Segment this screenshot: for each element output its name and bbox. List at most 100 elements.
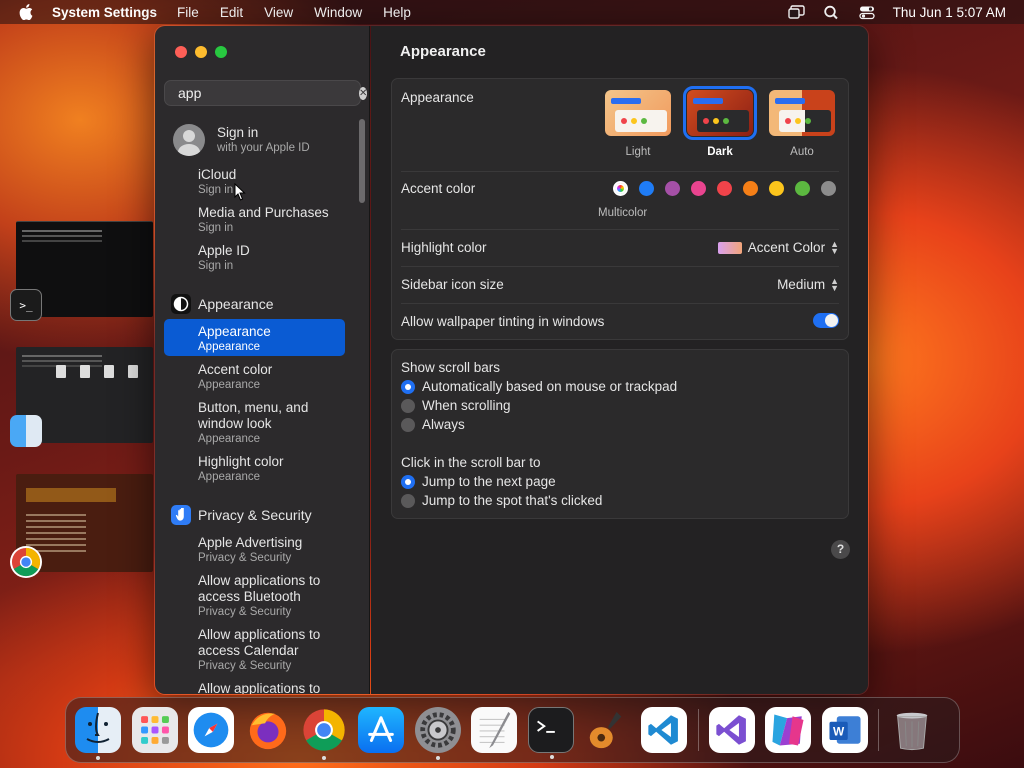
accent-green[interactable] [795, 181, 810, 196]
wallpaper-tinting-toggle[interactable] [813, 313, 839, 328]
sidebar-item-title: Button, menu, and window look [198, 400, 309, 431]
dock-safari[interactable] [188, 707, 235, 753]
sidebar-section-title: Appearance [198, 296, 274, 312]
spotlight-search-icon[interactable] [823, 5, 841, 20]
avatar [173, 124, 205, 156]
sidebar-scrollbar[interactable] [359, 119, 365, 203]
theme-label: Dark [707, 146, 733, 158]
dock-rider[interactable] [765, 707, 812, 753]
radio-jump-next-page[interactable]: Jump to the next page [401, 474, 556, 489]
menubar-app-name[interactable]: System Settings [52, 5, 157, 20]
minimize-button[interactable] [195, 46, 207, 58]
accent-graphite[interactable] [821, 181, 836, 196]
chrome-stage-icon[interactable] [10, 546, 42, 578]
vscode-icon [648, 715, 678, 745]
sidebar-item-media-purchases[interactable]: Media and Purchases Sign in [198, 205, 329, 235]
zoom-button[interactable] [215, 46, 227, 58]
accent-orange[interactable] [743, 181, 758, 196]
dock-textedit[interactable] [471, 707, 518, 753]
highlight-color-label: Highlight color [401, 240, 487, 255]
sidebar-item-calendar-access[interactable]: Allow applications to access Calendar Pr… [198, 627, 338, 673]
sidebar-item-allow-applications[interactable]: Allow applications to [198, 681, 320, 694]
highlight-swatch [717, 241, 742, 254]
click-scroll-bar-label: Click in the scroll bar to [401, 455, 541, 470]
sidebar-item-highlight-color[interactable]: Highlight color Appearance [198, 454, 284, 484]
radio-button[interactable] [401, 493, 415, 508]
radio-label: Jump to the spot that's clicked [422, 493, 603, 508]
app-store-icon [368, 716, 394, 742]
accent-blue[interactable] [639, 181, 654, 196]
radio-button[interactable] [401, 417, 415, 432]
dock-trash[interactable] [889, 707, 935, 753]
dock-app-store[interactable] [357, 707, 404, 753]
sidebar-item-icloud[interactable]: iCloud Sign in [198, 167, 236, 197]
dock-garageband[interactable] [584, 707, 630, 753]
menu-file[interactable]: File [177, 5, 199, 20]
dock-launchpad[interactable] [131, 707, 178, 753]
menu-view[interactable]: View [264, 5, 293, 20]
accent-red[interactable] [717, 181, 732, 196]
dock-system-settings[interactable] [414, 707, 461, 760]
screen-mirroring-icon[interactable] [787, 4, 806, 20]
menu-edit[interactable]: Edit [220, 5, 243, 20]
close-button[interactable] [175, 46, 187, 58]
theme-dark[interactable]: Dark [683, 86, 757, 158]
show-scroll-bars-label: Show scroll bars [401, 360, 501, 375]
menubar: System Settings File Edit View Window He… [0, 0, 1024, 24]
help-button[interactable]: ? [831, 540, 850, 559]
sidebar-item-apple-id[interactable]: Apple ID Sign in [198, 243, 250, 273]
theme-light[interactable]: Light [605, 90, 671, 158]
radio-scroll-always[interactable]: Always [401, 417, 465, 432]
sidebar-item-apple-advertising[interactable]: Apple Advertising Privacy & Security [198, 535, 302, 565]
dock-firefox[interactable] [245, 707, 291, 753]
sidebar-item-bluetooth-access[interactable]: Allow applications to access Bluetooth P… [198, 573, 338, 619]
sidebar: ✕ Sign in with your Apple ID iCloud Sign… [155, 26, 370, 694]
accent-pink[interactable] [691, 181, 706, 196]
menubar-clock[interactable]: Thu Jun 1 5:07 AM [893, 5, 1006, 20]
theme-auto[interactable]: Auto [769, 90, 835, 158]
finder-stage-icon[interactable] [10, 415, 42, 447]
sidebar-item-subtitle: Privacy & Security [198, 552, 292, 564]
sidebar-item-title: Apple Advertising [198, 535, 303, 550]
sidebar-icon-size-popup[interactable]: Medium ▲ ▼ [777, 276, 839, 292]
sidebar-item-accent-color[interactable]: Accent color Appearance [198, 362, 272, 392]
accent-purple[interactable] [665, 181, 680, 196]
gear-icon [419, 712, 456, 748]
menu-window[interactable]: Window [314, 5, 362, 20]
dock-word[interactable]: W [821, 707, 868, 753]
sidebar-item-subtitle: Sign in [198, 222, 234, 234]
search-field[interactable]: ✕ [164, 80, 368, 106]
menu-help[interactable]: Help [383, 5, 411, 20]
search-input[interactable] [178, 85, 359, 101]
dock-visual-studio[interactable] [708, 707, 755, 753]
control-center-icon[interactable] [858, 5, 876, 20]
guitar-icon [590, 711, 622, 749]
radio-scroll-auto[interactable]: Automatically based on mouse or trackpad [401, 379, 677, 394]
radio-jump-spot-clicked[interactable]: Jump to the spot that's clicked [401, 493, 602, 508]
finder-icon [86, 712, 110, 743]
sidebar-item-button-menu-window-look[interactable]: Button, menu, and window look Appearance [198, 400, 338, 446]
sidebar-section-title: Privacy & Security [198, 507, 312, 523]
sidebar-section-appearance[interactable]: Appearance [171, 294, 274, 314]
highlight-color-popup[interactable]: Accent Color ▲ ▼ [717, 239, 839, 255]
apple-icon [19, 4, 33, 20]
sidebar-item-appearance-selected[interactable]: Appearance Appearance [164, 319, 345, 356]
accent-yellow[interactable] [769, 181, 784, 196]
accent-multicolor[interactable] [613, 181, 628, 196]
dock-chrome[interactable] [301, 707, 347, 760]
dock-terminal[interactable] [527, 707, 574, 759]
hand-raised-icon [171, 505, 191, 525]
sidebar-item-title: iCloud [198, 167, 237, 182]
dock-vscode[interactable] [640, 707, 687, 753]
radio-scroll-when-scrolling[interactable]: When scrolling [401, 398, 511, 413]
apple-menu[interactable] [0, 4, 52, 20]
sidebar-section-privacy-security[interactable]: Privacy & Security [171, 505, 312, 525]
dock-finder[interactable] [75, 707, 121, 760]
sidebar-item-sign-in[interactable]: Sign in with your Apple ID [173, 124, 310, 156]
clear-search-icon[interactable]: ✕ [359, 86, 368, 100]
radio-button[interactable] [401, 474, 415, 489]
radio-button[interactable] [401, 398, 415, 413]
radio-button[interactable] [401, 379, 415, 394]
highlight-color-value: Accent Color [747, 240, 826, 255]
terminal-stage-icon[interactable]: >_ [10, 289, 42, 321]
